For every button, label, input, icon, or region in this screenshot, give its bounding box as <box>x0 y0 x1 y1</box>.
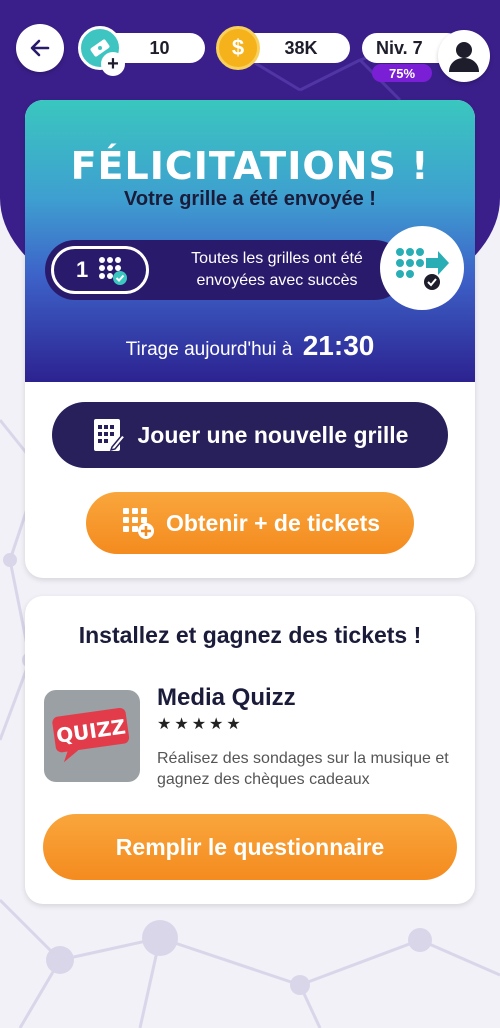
grid-count: 1 <box>76 257 89 282</box>
app-name[interactable]: Media Quizz <box>157 684 296 712</box>
level-progress-badge: 75% <box>372 64 432 82</box>
app-rating-stars: ★★★★★ <box>157 716 244 733</box>
submission-status-text: Toutes les grilles ont été envoyées avec… <box>157 248 397 292</box>
get-more-tickets-button[interactable]: Obtenir + de tickets <box>86 492 414 554</box>
play-new-grid-label: Jouer une nouvelle grille <box>137 421 409 448</box>
status-line-1: Toutes les grilles ont été <box>191 250 363 267</box>
top-bar: 10 + 38K $ Niv. 7 75% <box>0 0 500 90</box>
grid-notepad-icon <box>93 419 126 452</box>
coin-symbol: $ <box>231 35 245 60</box>
ticket-count: 10 <box>149 37 170 58</box>
install-offer-card: Installez et gagnez des tickets ! QUIZZ … <box>25 596 475 904</box>
fill-questionnaire-label: Remplir le questionnaire <box>115 833 385 860</box>
grid-send-icon <box>380 226 464 310</box>
congratulations-title: FÉLICITATIONS ! <box>70 144 430 188</box>
status-line-2: envoyées avec succès <box>196 272 358 289</box>
play-new-grid-button[interactable]: Jouer une nouvelle grille <box>52 402 448 468</box>
add-tickets-plus-icon[interactable]: + <box>101 52 125 76</box>
back-button[interactable] <box>16 24 64 72</box>
grid-check-icon <box>99 257 128 285</box>
confirmation-banner: FÉLICITATIONS ! Votre grille a été envoy… <box>25 100 475 382</box>
draw-label: Tirage aujourd'hui à <box>125 339 293 360</box>
fill-questionnaire-button[interactable]: Remplir le questionnaire <box>43 814 457 880</box>
app-description: Réalisez des sondages sur la musique et … <box>157 750 449 788</box>
coin-count: 38K <box>284 37 318 58</box>
grid-plus-icon <box>122 508 154 539</box>
coin-icon: $ <box>216 26 260 70</box>
draw-time-line: Tirage aujourd'hui à 21:30 <box>25 330 475 362</box>
offer-title: Installez et gagnez des tickets ! <box>78 622 422 648</box>
arrow-left-icon <box>30 39 50 57</box>
app-logo[interactable]: QUIZZ <box>44 690 140 782</box>
draw-time: 21:30 <box>302 330 375 361</box>
confirmation-subtitle: Votre grille a été envoyée ! <box>124 188 376 210</box>
level-progress-text: 75% <box>388 65 416 81</box>
submission-status-bar: 1 Toutes les grilles ont été envoyées av… <box>45 240 405 300</box>
confirmation-card: FÉLICITATIONS ! Votre grille a été envoy… <box>25 100 475 578</box>
grid-count-pill: 1 <box>51 246 149 294</box>
level-label: Niv. 7 <box>376 37 423 58</box>
profile-avatar-button[interactable] <box>438 30 490 82</box>
user-avatar-icon <box>449 42 479 72</box>
get-more-tickets-label: Obtenir + de tickets <box>165 509 381 536</box>
